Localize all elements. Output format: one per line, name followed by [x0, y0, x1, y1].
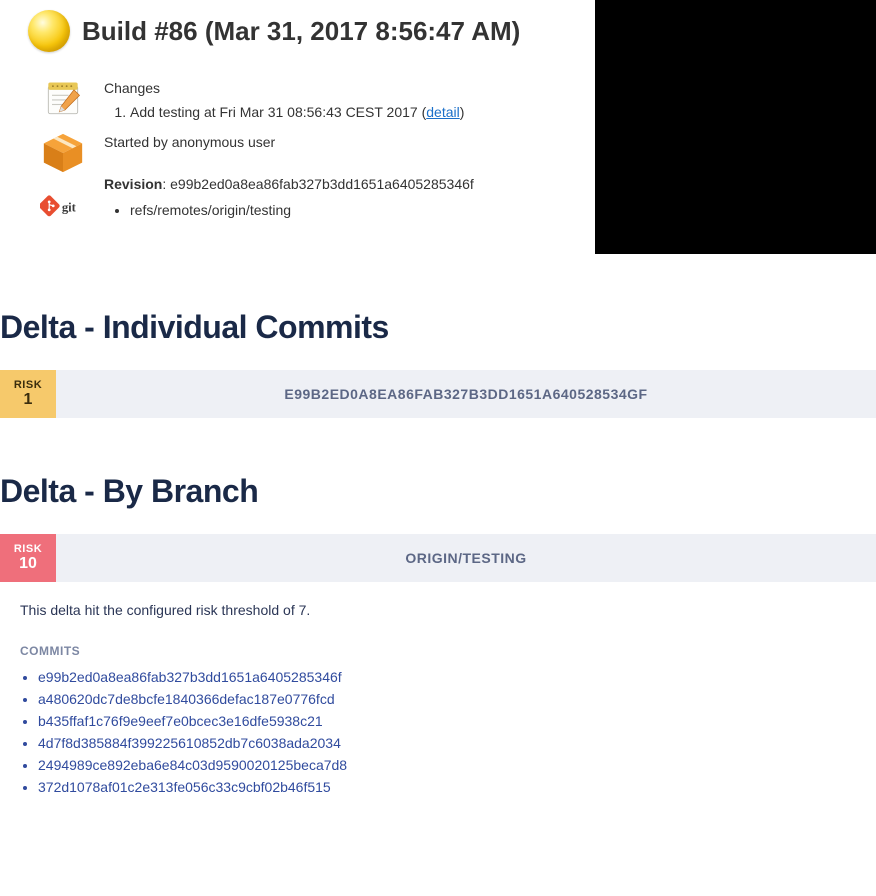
branch-name: ORIGIN/TESTING: [56, 534, 876, 582]
changes-label: Changes: [104, 80, 464, 96]
notepad-icon: [40, 76, 86, 122]
package-icon: [40, 130, 86, 176]
revision-label: Revision: [104, 176, 162, 192]
risk-label: RISK: [14, 543, 42, 555]
delta-branch-details: This delta hit the configured risk thres…: [0, 582, 876, 818]
branch-risk-bar: RISK 10 ORIGIN/TESTING: [0, 534, 876, 582]
build-header: Build #86 (Mar 31, 2017 8:56:47 AM): [0, 10, 595, 72]
commit-hash-item: 372d1078af01c2e313fe056c33c9cbf02b46f515: [38, 776, 856, 798]
risk-label: RISK: [14, 379, 42, 391]
threshold-message: This delta hit the configured risk thres…: [20, 602, 856, 618]
risk-value: 10: [19, 555, 37, 573]
top-area: Build #86 (Mar 31, 2017 8:56:47 AM) Chan…: [0, 0, 876, 254]
svg-text:git: git: [62, 201, 77, 215]
commit-hash-item: a480620dc7de8bcfe1840366defac187e0776fcd: [38, 688, 856, 710]
commits-label: COMMITS: [20, 644, 856, 658]
commit-hash-item: e99b2ed0a8ea86fab327b3dd1651a6405285346f: [38, 666, 856, 688]
build-title: Build #86 (Mar 31, 2017 8:56:47 AM): [82, 16, 520, 47]
delta-branch-heading: Delta - By Branch: [0, 418, 876, 534]
risk-badge-branch: RISK 10: [0, 534, 56, 582]
individual-risk-bar: RISK 1 E99B2ED0A8EA86FAB327B3DD1651A6405…: [0, 370, 876, 418]
delta-branch-section: Delta - By Branch RISK 10 ORIGIN/TESTING…: [0, 418, 876, 818]
detail-link[interactable]: detail: [426, 104, 459, 120]
black-fill: [595, 0, 876, 254]
risk-value: 1: [24, 391, 33, 409]
commit-hash-item: 4d7f8d385884f399225610852db7c6038ada2034: [38, 732, 856, 754]
revision-row: git Revision: e99b2ed0a8ea86fab327b3dd16…: [0, 180, 595, 234]
changes-row: Changes Add testing at Fri Mar 31 08:56:…: [0, 72, 595, 126]
individual-commit-hash: E99B2ED0A8EA86FAB327B3DD1651A640528534GF: [56, 370, 876, 418]
jenkins-build-panel: Build #86 (Mar 31, 2017 8:56:47 AM) Chan…: [0, 0, 595, 254]
delta-individual-section: Delta - Individual Commits RISK 1 E99B2E…: [0, 254, 876, 418]
revision-line: Revision: e99b2ed0a8ea86fab327b3dd1651a6…: [104, 176, 474, 192]
commit-hash-item: b435ffaf1c76f9e9eef7e0bcec3e16dfe5938c21: [38, 710, 856, 732]
git-ref: refs/remotes/origin/testing: [130, 200, 474, 220]
started-by-text: Started by anonymous user: [104, 134, 275, 150]
commits-list: e99b2ed0a8ea86fab327b3dd1651a6405285346f…: [20, 666, 856, 798]
change-item: Add testing at Fri Mar 31 08:56:43 CEST …: [130, 104, 464, 120]
git-icon: git: [40, 184, 86, 230]
risk-badge-individual: RISK 1: [0, 370, 56, 418]
delta-individual-heading: Delta - Individual Commits: [0, 254, 876, 370]
change-item-text: Add testing at Fri Mar 31 08:56:43 CEST …: [130, 104, 418, 120]
revision-hash: e99b2ed0a8ea86fab327b3dd1651a6405285346f: [170, 176, 474, 192]
commit-hash-item: 2494989ce892eba6e84c03d9590020125beca7d8: [38, 754, 856, 776]
build-status-orb-icon: [28, 10, 70, 52]
